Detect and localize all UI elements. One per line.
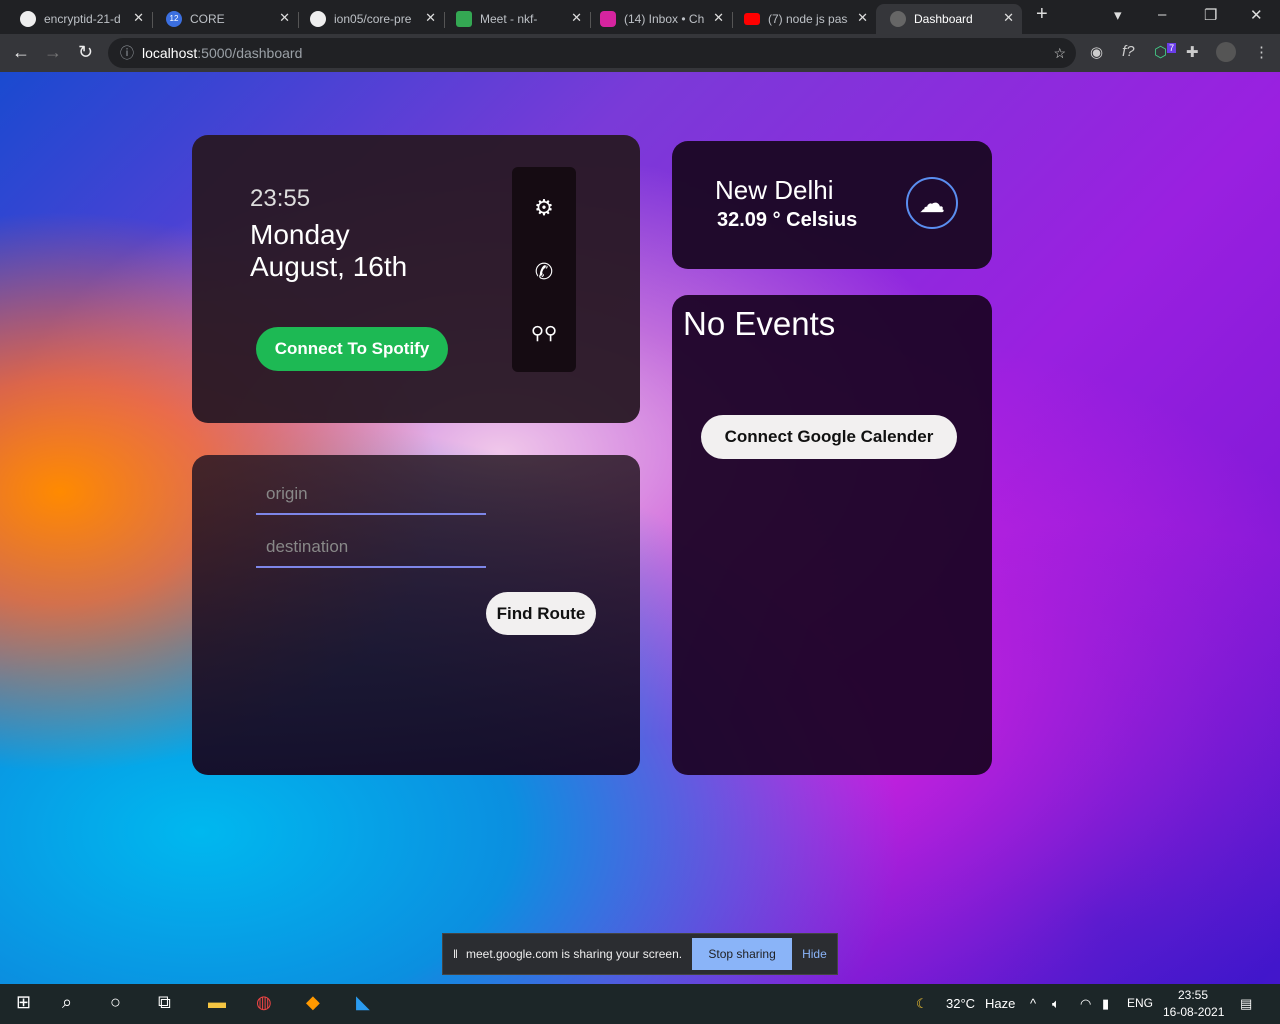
menu-kebab-icon[interactable]: ⋮	[1254, 43, 1269, 61]
search-icon[interactable]: ⌕	[62, 992, 72, 1013]
tab-dashboard[interactable]: Dashboard ✕	[876, 4, 1022, 34]
weather-card: New Delhi 32.09 ° Celsius ☁	[672, 141, 992, 269]
close-icon[interactable]: ✕	[133, 10, 144, 26]
events-title: No Events	[683, 305, 836, 342]
restore-button[interactable]: ❐	[1204, 6, 1217, 24]
close-icon[interactable]: ✕	[279, 10, 290, 26]
cortana-icon[interactable]: ○	[110, 992, 121, 1013]
microphone-icon[interactable]: ▮	[1102, 996, 1109, 1012]
github-icon	[20, 11, 36, 27]
connect-google-calendar-button[interactable]: Connect Google Calender	[701, 415, 957, 459]
volume-icon[interactable]: 🔈︎	[1052, 996, 1060, 1012]
close-icon[interactable]: ✕	[1003, 10, 1014, 26]
date-text: Monday August, 16th	[250, 219, 408, 282]
wifi-icon[interactable]: ◠	[1080, 996, 1091, 1012]
close-icon[interactable]: ✕	[571, 10, 582, 26]
phone-icon[interactable]: ✆	[512, 259, 576, 285]
profile-avatar[interactable]	[1216, 42, 1236, 62]
events-card: No Events Connect Google Calender	[672, 295, 992, 775]
tab-core[interactable]: 12 CORE ✕	[152, 4, 298, 34]
close-icon[interactable]: ✕	[857, 10, 868, 26]
stop-sharing-button[interactable]: Stop sharing	[692, 938, 793, 970]
tab-strip: encryptid-21-d ✕ 12 CORE ✕ ion05/core-pre ✕ …	[0, 0, 1280, 34]
tab-github[interactable]: encryptid-21-d ✕	[0, 4, 152, 34]
chrome-icon[interactable]: ◍	[256, 992, 272, 1013]
forward-icon[interactable]: →	[44, 42, 62, 63]
star-icon[interactable]: ☆	[1053, 45, 1066, 62]
instagram-icon	[600, 11, 616, 27]
address-bar[interactable]: ⓘ localhost:5000/dashboard ☆	[108, 38, 1076, 68]
dashboard-page: 23:55 Monday August, 16th Connect To Spot…	[0, 72, 1280, 984]
screen-share-bar: ‖ meet.google.com is sharing your screen…	[442, 933, 838, 975]
taskbar: ⊞ ⌕ ○ ⧉ ▬ ◍ ◆ ◣ ☾ 32°C Haze ^ 🔈︎ ◠ ▮ ENG…	[0, 984, 1280, 1024]
back-icon[interactable]: ←	[12, 42, 30, 63]
clock-card: 23:55 Monday August, 16th Connect To Spot…	[192, 135, 640, 423]
info-icon: ⓘ	[120, 45, 134, 61]
new-tab-button[interactable]: +	[1036, 3, 1048, 26]
weather-city: New Delhi	[715, 175, 834, 205]
extensions-puzzle-icon[interactable]: ✚	[1186, 43, 1199, 61]
windows-start-icon[interactable]: ⊞	[16, 992, 31, 1013]
hide-button[interactable]: Hide	[802, 947, 827, 961]
gear-icon[interactable]: ⚙	[512, 195, 576, 221]
close-window-button[interactable]: ✕	[1250, 6, 1263, 24]
file-explorer-icon[interactable]: ▬	[208, 992, 226, 1013]
reload-icon[interactable]: ↻	[78, 42, 93, 63]
tab-youtube[interactable]: (7) node js pass ✕	[732, 4, 876, 34]
chevron-up-icon[interactable]: ^	[1030, 996, 1036, 1011]
weather-moon-icon: ☾	[916, 996, 928, 1011]
pause-icon: ‖	[453, 947, 458, 961]
globe-icon	[890, 11, 906, 27]
close-icon[interactable]: ✕	[425, 10, 436, 26]
minimize-button[interactable]: –	[1158, 6, 1166, 23]
tab-meet[interactable]: Meet - nkf- ✕	[444, 4, 590, 34]
calendar-icon: 12	[166, 11, 182, 27]
color-picker-extension-icon[interactable]: ◉	[1090, 43, 1103, 61]
notifications-icon[interactable]: ▤	[1240, 996, 1252, 1012]
origin-input[interactable]	[256, 475, 486, 515]
route-card: Find Route	[192, 455, 640, 775]
cloud-icon: ☁	[906, 177, 958, 229]
close-icon[interactable]: ✕	[713, 10, 724, 26]
weather-temp: 32.09 ° Celsius	[717, 209, 858, 231]
clock-time: 23:55	[250, 185, 311, 212]
youtube-icon	[744, 13, 760, 25]
github-icon	[310, 11, 326, 27]
tab-github-2[interactable]: ion05/core-pre ✕	[298, 4, 444, 34]
tab-instagram[interactable]: (14) Inbox • Ch ✕	[590, 4, 732, 34]
destination-input[interactable]	[256, 528, 486, 568]
font-extension-icon[interactable]: f?	[1122, 43, 1135, 60]
quick-actions-bar: ⚙ ✆ ⚲⚲	[512, 167, 576, 372]
motorbike-icon[interactable]: ⚲⚲	[512, 323, 576, 344]
task-view-icon[interactable]: ⧉	[158, 992, 171, 1013]
tab-search-icon[interactable]: ▾	[1114, 6, 1122, 24]
browser-toolbar: ← → ↻ ⓘ localhost:5000/dashboard ☆ ◉ f? ⬡ 7…	[0, 34, 1280, 72]
find-route-button[interactable]: Find Route	[486, 592, 596, 635]
vscode-icon[interactable]: ◣	[356, 992, 370, 1013]
meet-icon	[456, 11, 472, 27]
node-extension-icon[interactable]: ⬡ 7	[1154, 43, 1177, 61]
git-icon[interactable]: ◆	[306, 992, 320, 1013]
connect-spotify-button[interactable]: Connect To Spotify	[256, 327, 448, 371]
